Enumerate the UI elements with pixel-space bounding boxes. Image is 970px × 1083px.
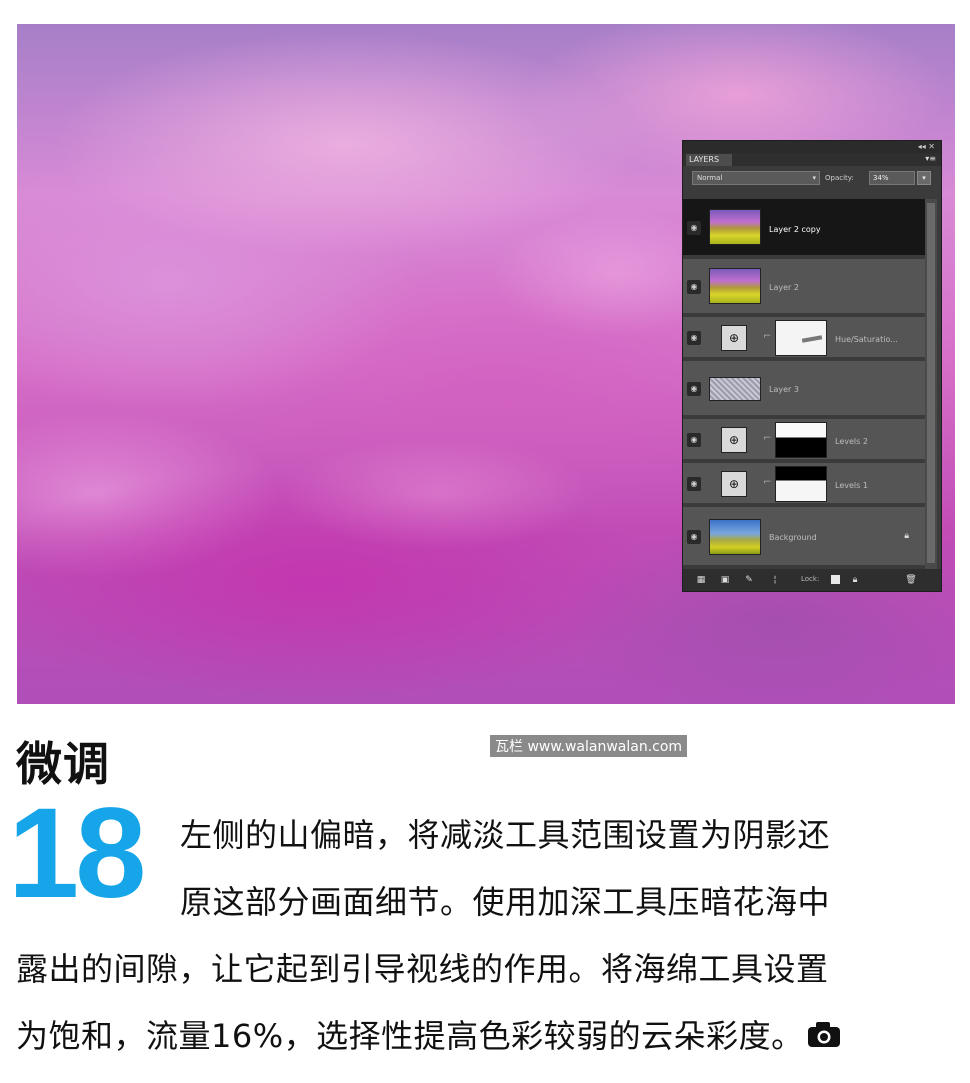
brush-icon[interactable]: ✎: [743, 574, 755, 586]
layer-row[interactable]: ◉ Layer 3: [683, 361, 927, 417]
eye-icon[interactable]: ◉: [687, 331, 701, 345]
layer-row[interactable]: ◉ ⊕ ⌐ Levels 1: [683, 463, 927, 505]
panel-tabrow: LAYERS ▾≡: [683, 153, 941, 166]
panel-titlebar: ◂◂ ✕: [683, 141, 941, 153]
layer-row[interactable]: ◉ Background 🔒︎: [683, 507, 927, 567]
layers-scrollbar[interactable]: [925, 199, 937, 571]
trash-icon[interactable]: 🗑︎: [905, 574, 917, 586]
link-icon: ⌐: [763, 477, 772, 488]
link-icon: ⌐: [763, 433, 772, 444]
paragraph-line: 原这部分画面细节。使用加深工具压暗花海中: [180, 883, 831, 921]
layer-mask-thumbnail: [775, 466, 827, 502]
link-layers-icon[interactable]: ¦: [769, 574, 781, 586]
adjustment-layer-icon: ⊕: [721, 471, 747, 497]
adjustment-layer-icon: ⊕: [721, 427, 747, 453]
paragraph-line: 露出的间隙，让它起到引导视线的作用。将海绵工具设置: [16, 950, 829, 988]
panel-menu-icon[interactable]: ▾≡: [925, 154, 936, 163]
layer-row[interactable]: ◉ Layer 2: [683, 259, 927, 315]
layer-row[interactable]: ◉ ⊕ ⌐ Hue/Saturatio...: [683, 317, 927, 359]
eye-icon[interactable]: ◉: [687, 280, 701, 294]
link-icon: ⌐: [763, 331, 772, 342]
layer-thumbnail: [709, 519, 761, 555]
step-number: 18: [8, 782, 146, 925]
paragraph-line-text: 为饱和，流量16%，选择性提高色彩较弱的云朵彩度。: [16, 1017, 804, 1055]
paragraph-line: 左侧的山偏暗，将减淡工具范围设置为阴影还: [180, 816, 831, 854]
panel-footer: ▦ ▣ ✎ ¦ Lock: 🔒︎ 🗑︎: [683, 569, 941, 591]
layer-name: Hue/Saturatio...: [835, 335, 898, 344]
eye-icon[interactable]: ◉: [687, 433, 701, 447]
eye-icon[interactable]: ◉: [687, 221, 701, 235]
layer-name: Levels 2: [835, 437, 868, 446]
eye-icon[interactable]: ◉: [687, 477, 701, 491]
lock-icon: 🔒︎: [904, 531, 909, 541]
camera-icon: [806, 1019, 842, 1057]
blend-mode-value: Normal: [697, 174, 723, 182]
opacity-label: Opacity:: [825, 174, 854, 182]
lock-icon[interactable]: 🔒︎: [849, 574, 861, 586]
eye-icon[interactable]: ◉: [687, 530, 701, 544]
layer-mask-thumbnail: [775, 422, 827, 458]
tab-layers[interactable]: LAYERS: [686, 154, 732, 166]
layer-name: Layer 2: [769, 283, 799, 292]
paragraph-line-last: 为饱和，流量16%，选择性提高色彩较弱的云朵彩度。: [16, 1011, 842, 1057]
new-adjustment-icon[interactable]: ▣: [719, 574, 731, 586]
layers-list: ◉ Layer 2 copy ◉ Layer 2 ◉ ⊕ ⌐ Hue/Satur…: [683, 199, 927, 571]
layer-thumbnail: [709, 268, 761, 304]
eye-icon[interactable]: ◉: [687, 382, 701, 396]
layer-name: Background: [769, 533, 817, 542]
lock-pixels-checkbox[interactable]: [831, 575, 840, 584]
panel-close-icon[interactable]: ◂◂ ✕: [918, 142, 935, 151]
new-layer-icon[interactable]: ▦: [695, 574, 707, 586]
layer-row[interactable]: ◉ Layer 2 copy: [683, 199, 927, 257]
lock-label: Lock:: [801, 575, 820, 583]
chevron-down-icon: ▾: [812, 174, 816, 182]
layer-thumbnail: [709, 209, 761, 245]
scrollbar-thumb[interactable]: [927, 203, 935, 563]
blend-mode-select[interactable]: Normal ▾: [692, 171, 820, 185]
adjustment-layer-icon: ⊕: [721, 325, 747, 351]
panel-controls: Normal ▾ Opacity: 34% ▾: [683, 166, 941, 188]
layer-name: Layer 3: [769, 385, 799, 394]
layer-row[interactable]: ◉ ⊕ ⌐ Levels 2: [683, 419, 927, 461]
layer-mask-thumbnail: [775, 320, 827, 356]
opacity-dropdown-icon[interactable]: ▾: [917, 171, 931, 185]
layer-name: Layer 2 copy: [769, 225, 821, 234]
layer-thumbnail: [709, 377, 761, 401]
layers-panel: ◂◂ ✕ LAYERS ▾≡ Normal ▾ Opacity: 34% ▾ ◉…: [682, 140, 942, 592]
opacity-field[interactable]: 34%: [869, 171, 915, 185]
watermark: 瓦栏 www.walanwalan.com: [490, 735, 688, 757]
layer-name: Levels 1: [835, 481, 868, 490]
